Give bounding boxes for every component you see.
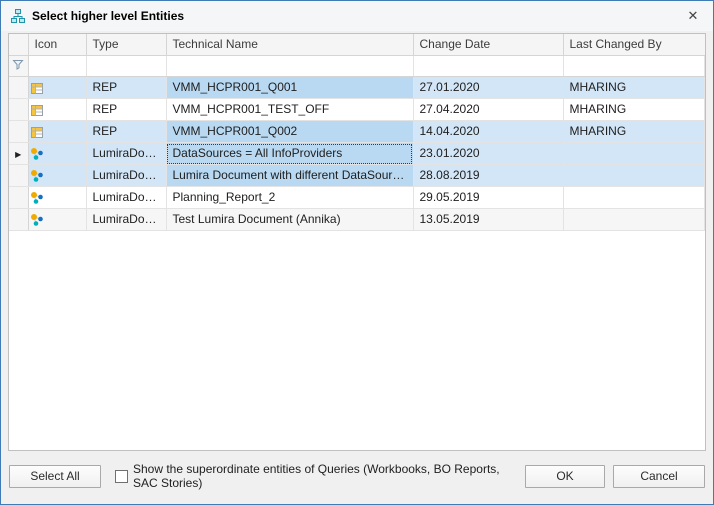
superordinate-checkbox[interactable] [115, 470, 128, 483]
table-row[interactable]: REP VMM_HCPR001_Q002 14.04.2020 MHARING [9, 121, 705, 143]
table-row[interactable]: LumiraDocum... Planning_Report_2 29.05.2… [9, 187, 705, 209]
entities-grid-container: Icon Type Technical Name Change Date Las… [8, 33, 706, 451]
last-changed-by-cell[interactable]: MHARING [563, 77, 705, 99]
table-row[interactable]: LumiraDocum... Test Lumira Document (Ann… [9, 209, 705, 231]
technical-name-cell[interactable]: VMM_HCPR001_TEST_OFF [166, 99, 413, 121]
report-icon [29, 102, 45, 118]
entity-icon-cell[interactable] [28, 77, 86, 99]
row-indicator [9, 121, 28, 143]
change-date-cell[interactable]: 23.01.2020 [413, 143, 563, 165]
filter-row-indicator [9, 56, 28, 77]
change-date-cell[interactable]: 29.05.2019 [413, 187, 563, 209]
window-title: Select higher level Entities [32, 9, 184, 23]
technical-name-cell[interactable]: VMM_HCPR001_Q001 [166, 77, 413, 99]
row-indicator [9, 99, 28, 121]
filter-cell-icon[interactable] [28, 56, 86, 77]
type-cell[interactable]: LumiraDocum... [86, 187, 166, 209]
column-header-change-date[interactable]: Change Date [413, 34, 563, 56]
technical-name-cell[interactable]: VMM_HCPR001_Q002 [166, 121, 413, 143]
select-all-button[interactable]: Select All [9, 465, 101, 488]
entity-icon-cell[interactable] [28, 99, 86, 121]
row-indicator [9, 77, 28, 99]
filter-cell-type[interactable] [86, 56, 166, 77]
type-cell[interactable]: LumiraDocum... [86, 165, 166, 187]
column-header-technical-name[interactable]: Technical Name [166, 34, 413, 56]
row-indicator: ▶ [9, 143, 28, 165]
entity-icon-cell[interactable] [28, 121, 86, 143]
lumira-document-icon [29, 212, 45, 228]
grid-body: REP VMM_HCPR001_Q001 27.01.2020 MHARING [9, 77, 705, 231]
titlebar: Select higher level Entities ✕ [1, 1, 713, 31]
technical-name-cell[interactable]: Planning_Report_2 [166, 187, 413, 209]
technical-name-cell[interactable]: DataSources = All InfoProviders [166, 143, 413, 165]
last-changed-by-cell[interactable] [563, 209, 705, 231]
last-changed-by-cell[interactable]: MHARING [563, 99, 705, 121]
filter-cell-change-date[interactable] [413, 56, 563, 77]
entity-icon-cell[interactable] [28, 209, 86, 231]
lumira-document-icon [29, 168, 45, 184]
last-changed-by-cell[interactable] [563, 165, 705, 187]
lumira-document-icon [29, 146, 45, 162]
row-indicator [9, 187, 28, 209]
entities-grid: Icon Type Technical Name Change Date Las… [9, 34, 705, 231]
technical-name-cell[interactable]: Lumira Document with different DataSourc… [166, 165, 413, 187]
filter-funnel-icon [12, 59, 24, 73]
lumira-document-icon [29, 190, 45, 206]
report-icon [29, 124, 45, 140]
row-indicator [9, 209, 28, 231]
last-changed-by-cell[interactable]: MHARING [563, 121, 705, 143]
cancel-button[interactable]: Cancel [613, 465, 705, 488]
filter-row [9, 56, 705, 77]
superordinate-checkbox-label[interactable]: Show the superordinate entities of Queri… [133, 462, 525, 490]
row-indicator [9, 165, 28, 187]
entity-icon-cell[interactable] [28, 143, 86, 165]
hierarchy-icon [10, 8, 26, 24]
row-indicator-header [9, 34, 28, 56]
current-row-arrow: ▶ [15, 150, 21, 159]
column-header-last-changed-by[interactable]: Last Changed By [563, 34, 705, 56]
type-cell[interactable]: LumiraDocum... [86, 143, 166, 165]
change-date-cell[interactable]: 27.01.2020 [413, 77, 563, 99]
change-date-cell[interactable]: 14.04.2020 [413, 121, 563, 143]
ok-button[interactable]: OK [525, 465, 605, 488]
type-cell[interactable]: LumiraDocum... [86, 209, 166, 231]
type-cell[interactable]: REP [86, 77, 166, 99]
type-cell[interactable]: REP [86, 121, 166, 143]
entity-icon-cell[interactable] [28, 165, 86, 187]
grid-header-row: Icon Type Technical Name Change Date Las… [9, 34, 705, 56]
report-icon [29, 80, 45, 96]
change-date-cell[interactable]: 13.05.2019 [413, 209, 563, 231]
footer: Select All Show the superordinate entiti… [1, 451, 713, 504]
change-date-cell[interactable]: 27.04.2020 [413, 99, 563, 121]
table-row[interactable]: LumiraDocum... Lumira Document with diff… [9, 165, 705, 187]
change-date-cell[interactable]: 28.08.2019 [413, 165, 563, 187]
table-row[interactable]: REP VMM_HCPR001_TEST_OFF 27.04.2020 MHAR… [9, 99, 705, 121]
close-button[interactable]: ✕ [682, 5, 704, 27]
technical-name-cell[interactable]: Test Lumira Document (Annika) [166, 209, 413, 231]
filter-cell-last-changed-by[interactable] [563, 56, 705, 77]
filter-cell-technical-name[interactable] [166, 56, 413, 77]
entity-icon-cell[interactable] [28, 187, 86, 209]
table-row[interactable]: REP VMM_HCPR001_Q001 27.01.2020 MHARING [9, 77, 705, 99]
last-changed-by-cell[interactable] [563, 143, 705, 165]
column-header-icon[interactable]: Icon [28, 34, 86, 56]
type-cell[interactable]: REP [86, 99, 166, 121]
last-changed-by-cell[interactable] [563, 187, 705, 209]
table-row[interactable]: ▶ LumiraDocum... DataSources = [9, 143, 705, 165]
column-header-type[interactable]: Type [86, 34, 166, 56]
dialog-select-higher-level-entities: Select higher level Entities ✕ Icon Type… [0, 0, 714, 505]
